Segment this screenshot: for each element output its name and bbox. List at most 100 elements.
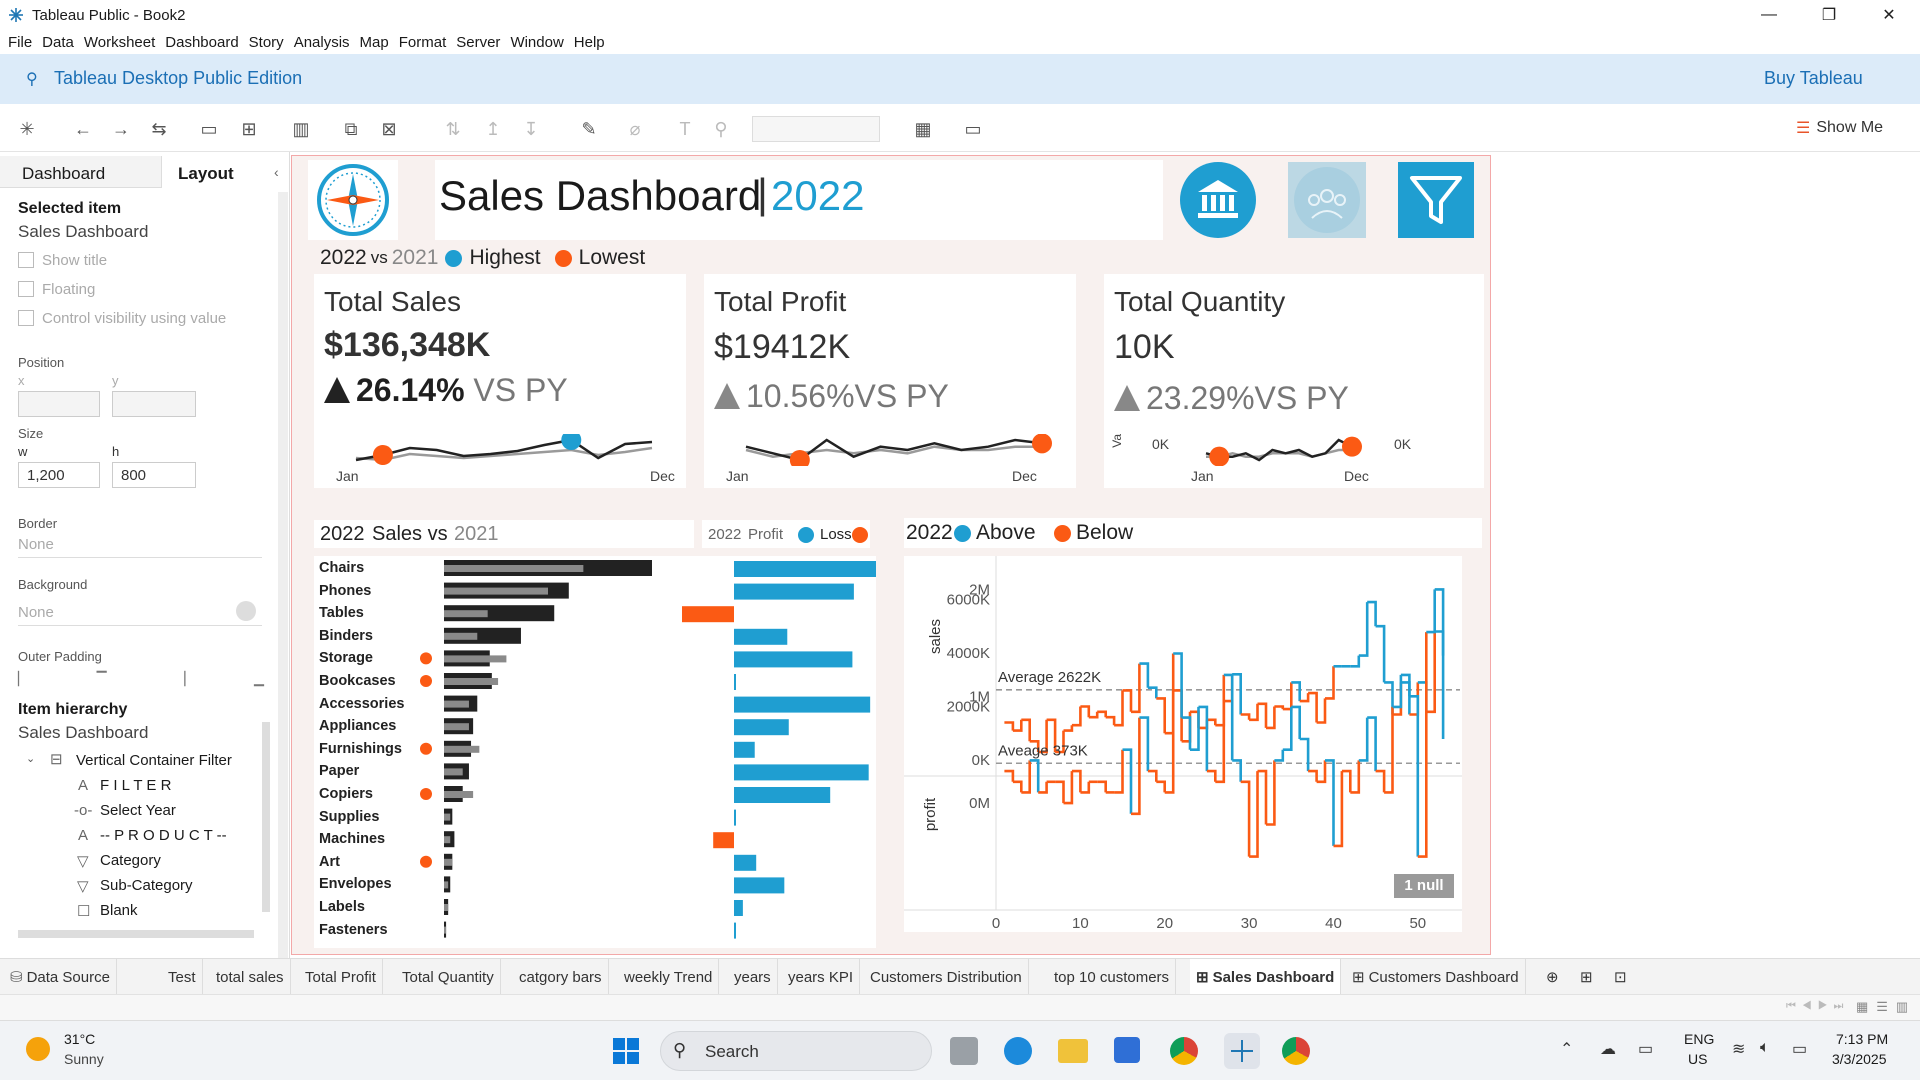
volume-icon[interactable]: 🔈︎ xyxy=(1760,1039,1770,1057)
profit-sparkline[interactable] xyxy=(734,434,1054,466)
menu-file[interactable]: File xyxy=(8,34,32,51)
onedrive-icon[interactable]: ☁ xyxy=(1600,1039,1616,1059)
weekly-trend-chart[interactable]: 6000K4000K2000K0KAverage 2622K2M1M0MAvea… xyxy=(904,556,1462,932)
menu-map[interactable]: Map xyxy=(360,34,389,51)
new-story-icon[interactable]: ⊡ xyxy=(1608,959,1633,995)
floating-checkbox[interactable] xyxy=(18,281,34,297)
x-input[interactable] xyxy=(18,391,100,417)
hierarchy-hscrollbar[interactable] xyxy=(18,930,254,938)
tab-dashboard[interactable]: Dashboard xyxy=(0,156,162,188)
control-visibility-checkbox[interactable] xyxy=(18,310,34,326)
outer-padding-controls[interactable]: ▏ ▔ ▕ ▁ xyxy=(18,671,264,686)
tab-sheet[interactable]: Test xyxy=(162,959,203,995)
sales-sparkline[interactable] xyxy=(344,434,664,466)
lang-2[interactable]: US xyxy=(1688,1051,1707,1067)
swap-icon[interactable]: ⇅ xyxy=(440,116,466,142)
buy-tableau-link[interactable]: Buy Tableau xyxy=(1764,68,1863,89)
restore-button[interactable]: ❐ xyxy=(1800,0,1858,30)
wifi-icon[interactable]: ≋ xyxy=(1732,1039,1745,1059)
tab-sheet[interactable]: years KPI xyxy=(782,959,861,995)
padding-right-icon[interactable]: ▕ xyxy=(175,671,185,686)
border-dropdown[interactable]: None xyxy=(18,536,262,558)
tab-sheet[interactable]: years xyxy=(728,959,778,995)
expand-icon[interactable]: ⌄ xyxy=(26,752,35,765)
menu-data[interactable]: Data xyxy=(42,34,74,51)
hierarchy-item[interactable]: Category xyxy=(100,852,161,869)
group-icon[interactable]: ⌀ xyxy=(622,116,648,142)
pin-axis-icon[interactable]: ⚲ xyxy=(708,116,734,142)
show-me-button[interactable]: ☰ Show Me xyxy=(1796,118,1883,138)
height-input[interactable]: 800 xyxy=(112,462,196,488)
kpi-total-quantity[interactable]: Total Quantity 10K 23.29%VS PY Va 0K 0K … xyxy=(1104,274,1484,488)
sales-dashboard-nav-button[interactable] xyxy=(1180,162,1256,238)
taskbar-search[interactable]: ⚲ Search xyxy=(660,1031,932,1071)
new-sheet-icon[interactable]: ▥ xyxy=(288,116,314,142)
clock-date[interactable]: 3/3/2025 xyxy=(1832,1051,1887,1067)
tab-sheet[interactable]: Customers Distribution xyxy=(864,959,1029,995)
pane-scrollbar[interactable] xyxy=(278,192,288,958)
menu-format[interactable]: Format xyxy=(399,34,447,51)
collapse-pane-icon[interactable]: ‹ xyxy=(274,164,279,180)
label-icon[interactable]: T xyxy=(672,116,698,142)
hierarchy-item[interactable]: F I L T E R xyxy=(100,777,171,794)
hierarchy-item[interactable]: Vertical Container Filter xyxy=(76,752,232,769)
hierarchy-item[interactable]: Blank xyxy=(100,902,138,919)
tab-data-source[interactable]: ⛁ Data Source xyxy=(4,959,117,995)
weather-desc[interactable]: Sunny xyxy=(64,1051,104,1067)
tab-sheet[interactable]: catgory bars xyxy=(513,959,609,995)
tab-sales-dashboard[interactable]: ⊞ Sales Dashboard xyxy=(1190,959,1342,995)
new-datasource-icon[interactable]: ⊞ xyxy=(236,116,262,142)
background-color-swatch[interactable] xyxy=(236,601,256,621)
minimize-button[interactable]: — xyxy=(1740,0,1798,30)
tab-customers-dashboard[interactable]: ⊞ Customers Dashboard xyxy=(1346,959,1526,995)
clear-sheet-icon[interactable]: ⊠ xyxy=(376,116,402,142)
new-worksheet-icon[interactable]: ⊕ xyxy=(1540,959,1565,995)
fit-dropdown[interactable] xyxy=(752,116,880,142)
tableau-taskbar-icon[interactable] xyxy=(1224,1033,1260,1069)
menu-story[interactable]: Story xyxy=(249,34,284,51)
hierarchy-scrollbar[interactable] xyxy=(262,722,270,912)
replay-icon[interactable]: ⇆ xyxy=(146,116,172,142)
tab-sheet[interactable]: Total Profit xyxy=(299,959,383,995)
task-view-icon[interactable] xyxy=(950,1037,978,1065)
file-explorer-icon[interactable] xyxy=(1058,1039,1088,1063)
filter-nav-button[interactable] xyxy=(1398,162,1474,238)
tab-sheet[interactable]: Total Quantity xyxy=(396,959,501,995)
pin-icon[interactable]: ⚲ xyxy=(26,69,38,89)
windows-start-icon[interactable] xyxy=(612,1037,640,1065)
duplicate-sheet-icon[interactable]: ⧉ xyxy=(338,116,364,142)
tab-sheet[interactable]: weekly Trend xyxy=(618,959,720,995)
tableau-home-icon[interactable]: ✳ xyxy=(14,116,40,142)
tray-overflow-icon[interactable]: ⌃ xyxy=(1560,1039,1573,1059)
menu-server[interactable]: Server xyxy=(456,34,500,51)
new-dashboard-icon[interactable]: ⊞ xyxy=(1574,959,1599,995)
hierarchy-item[interactable]: Select Year xyxy=(100,802,176,819)
view-toggle-icons[interactable]: ▦☰▥ xyxy=(1856,999,1916,1015)
hierarchy-item[interactable]: Sub-Category xyxy=(100,877,193,894)
menu-analysis[interactable]: Analysis xyxy=(294,34,350,51)
kpi-total-profit[interactable]: Total Profit $19412K 10.56%VS PY Jan Dec xyxy=(704,274,1076,488)
menu-dashboard[interactable]: Dashboard xyxy=(165,34,238,51)
padding-top-icon[interactable]: ▔ xyxy=(97,671,107,686)
edge-icon[interactable] xyxy=(1004,1037,1032,1065)
battery-icon[interactable]: ▭ xyxy=(1792,1039,1807,1059)
clock-time[interactable]: 7:13 PM xyxy=(1836,1031,1888,1047)
lang-1[interactable]: ENG xyxy=(1684,1031,1714,1047)
weather-temp[interactable]: 31°C xyxy=(64,1031,95,1047)
presentation-icon[interactable]: ▭ xyxy=(960,116,986,142)
category-bars-chart[interactable] xyxy=(314,556,876,948)
menu-worksheet[interactable]: Worksheet xyxy=(84,34,155,51)
sort-desc-icon[interactable]: ↧ xyxy=(518,116,544,142)
quantity-sparkline[interactable] xyxy=(1194,434,1364,466)
save-icon[interactable]: ▭ xyxy=(196,116,222,142)
close-button[interactable]: ✕ xyxy=(1860,0,1918,30)
null-badge[interactable]: 1 null xyxy=(1394,874,1454,898)
tab-layout[interactable]: Layout ‹ xyxy=(162,156,288,188)
undo-icon[interactable]: ← xyxy=(70,116,96,142)
hierarchy-item[interactable]: -- P R O D U C T -- xyxy=(100,827,227,844)
tab-sheet[interactable]: top 10 customers xyxy=(1048,959,1177,995)
show-cards-icon[interactable]: ▦ xyxy=(910,116,936,142)
sort-asc-icon[interactable]: ↥ xyxy=(480,116,506,142)
kpi-total-sales[interactable]: Total Sales $136,348K 26.14% VS PY Jan D… xyxy=(314,274,686,488)
customers-nav-button[interactable] xyxy=(1288,162,1366,238)
